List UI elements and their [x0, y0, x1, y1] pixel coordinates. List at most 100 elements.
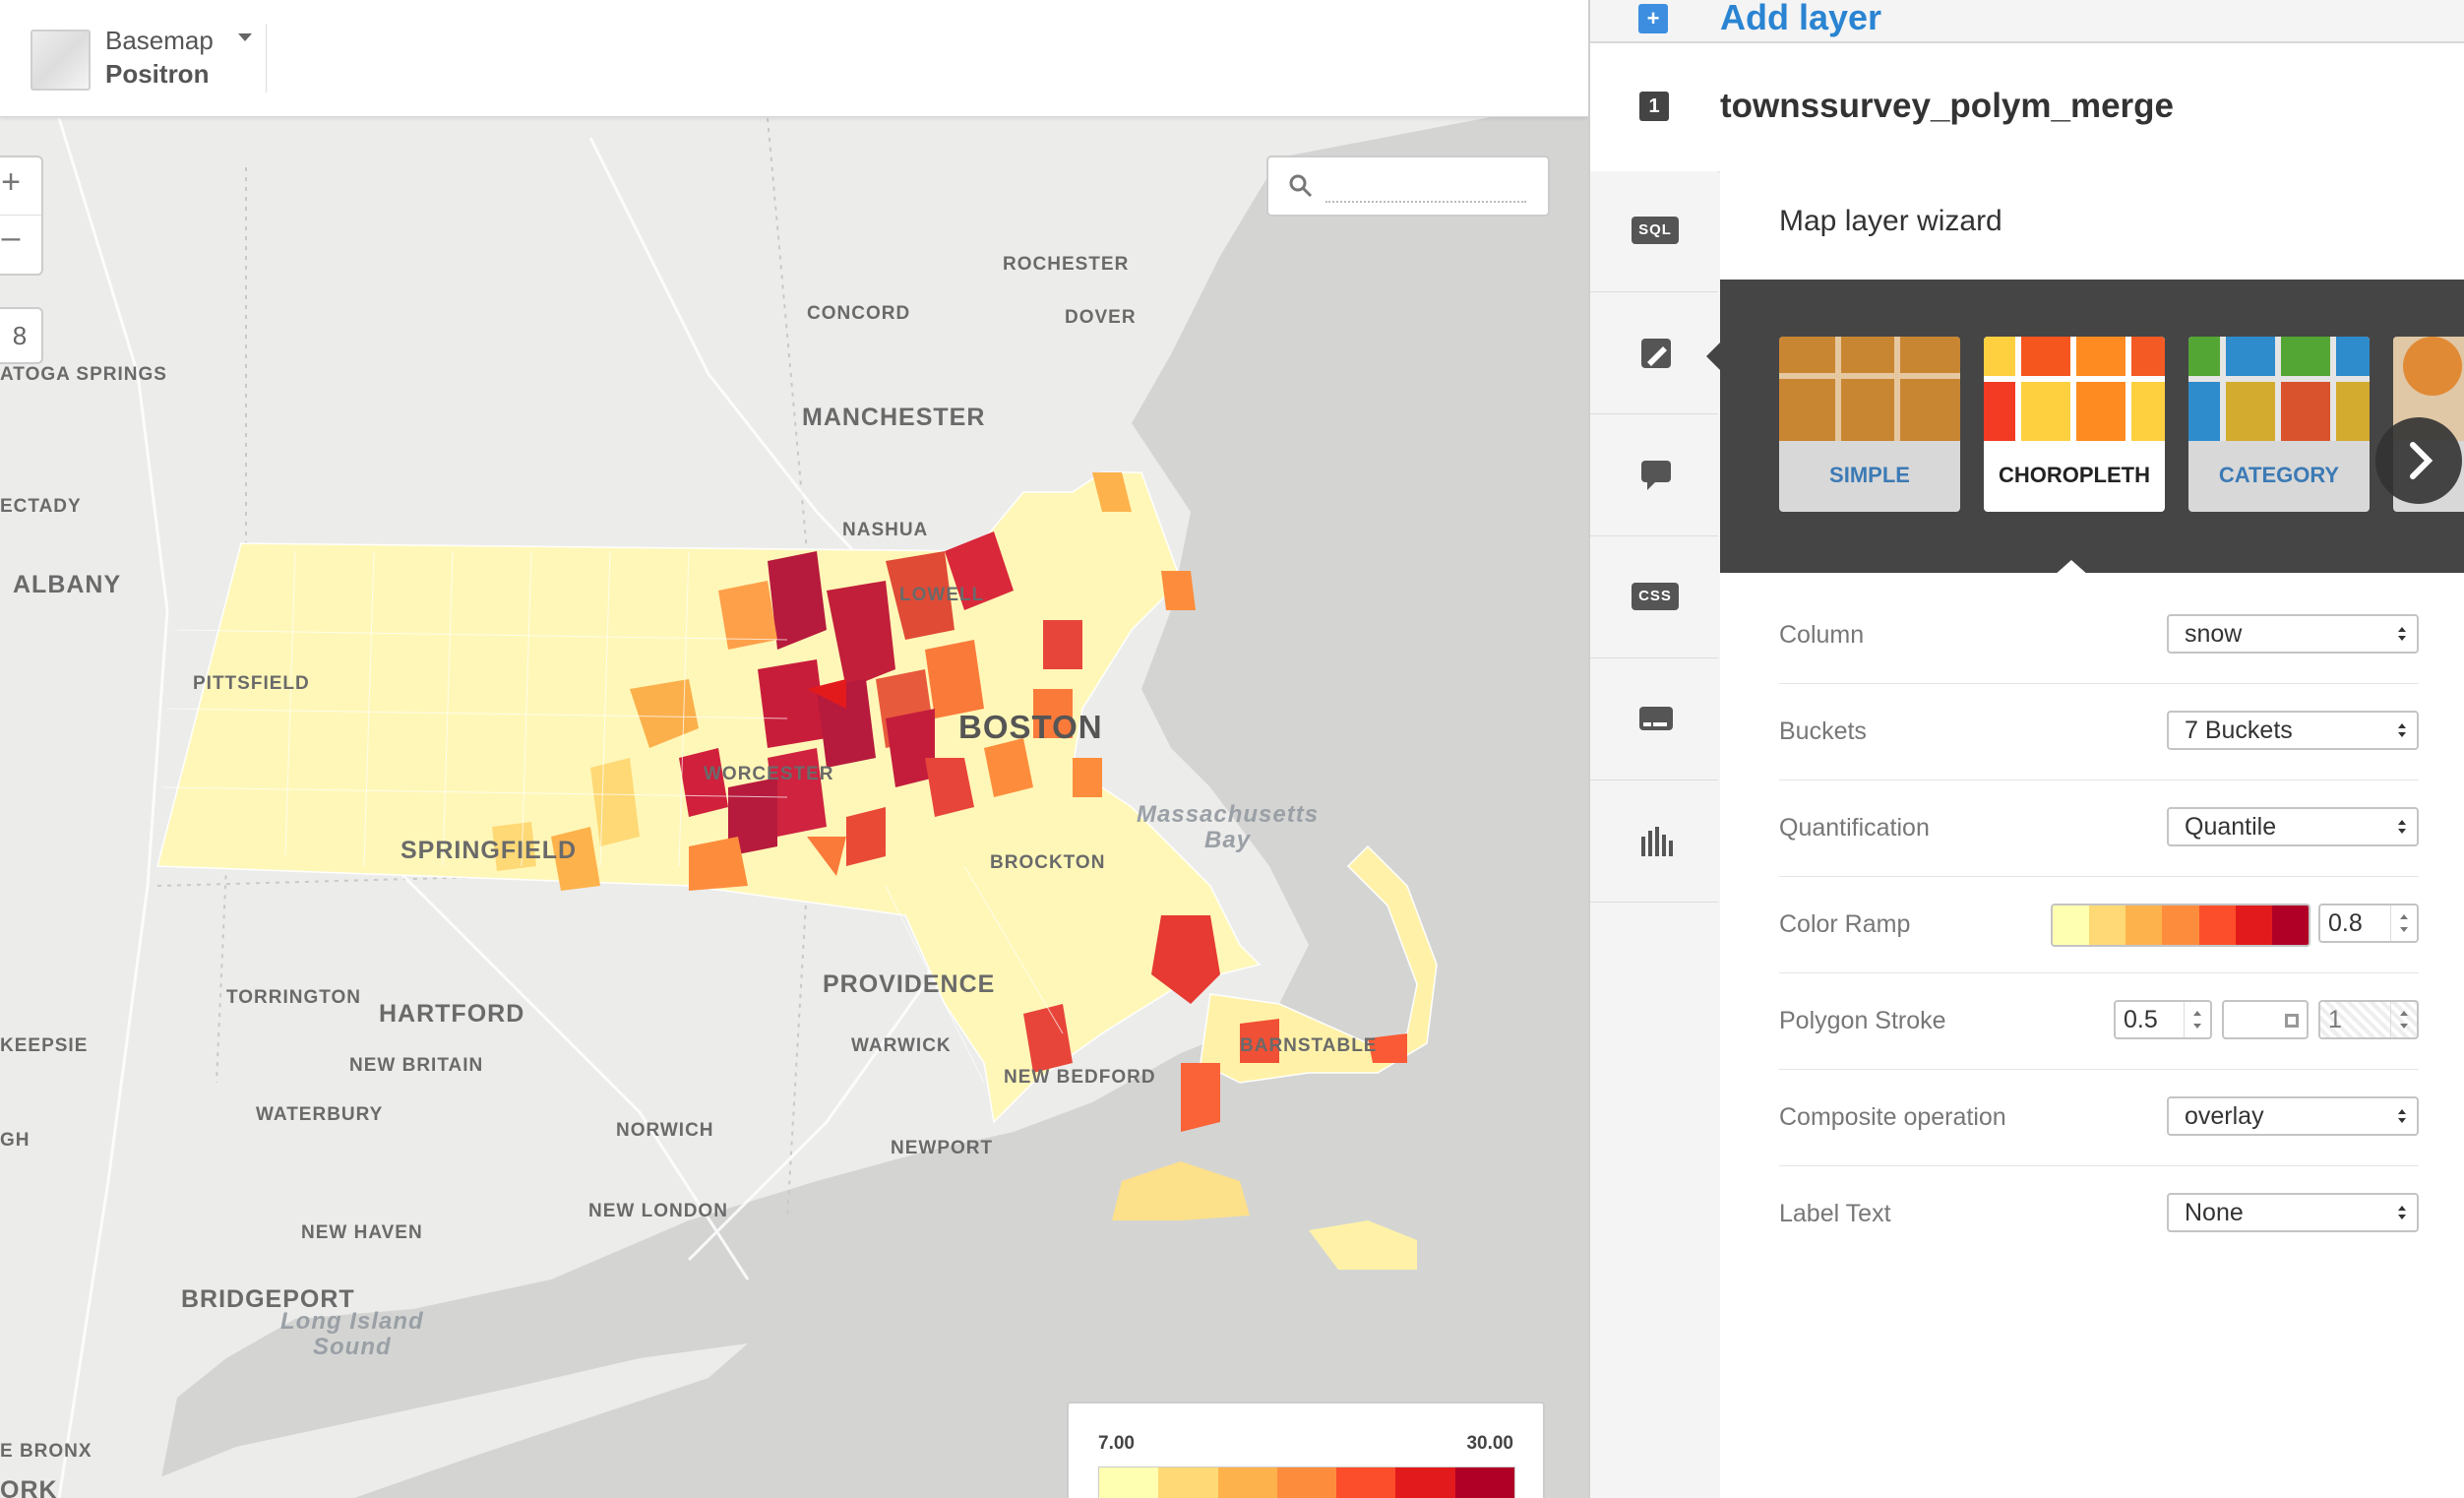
plus-icon[interactable]: +: [1638, 4, 1668, 33]
property-label-text: Label Text None: [1779, 1165, 2419, 1262]
label-torrington: TORRINGTON: [226, 987, 362, 1008]
label-waterbury: WATERBURY: [256, 1104, 384, 1125]
paint-brush-icon: [1641, 339, 1671, 368]
label-new-london: NEW LONDON: [588, 1201, 728, 1221]
tool-css[interactable]: CSS: [1590, 537, 1718, 658]
carousel-next-button[interactable]: [2375, 417, 2462, 504]
stroke-opacity-input[interactable]: 1: [2318, 1000, 2419, 1039]
property-composite: Composite operation overlay: [1779, 1069, 2419, 1166]
basemap-title[interactable]: Basemap: [105, 26, 214, 56]
color-swatch: [1454, 1467, 1514, 1498]
type-category[interactable]: CATEGORY: [2188, 337, 2370, 512]
label-hartford: HARTFORD: [379, 1000, 525, 1028]
label-bronx: E BRONX: [0, 1441, 92, 1462]
basemap-thumbnail[interactable]: [31, 30, 91, 91]
color-swatch: [2053, 905, 2090, 945]
stepper-icon[interactable]: [2390, 1002, 2417, 1037]
label-new-haven: NEW HAVEN: [301, 1222, 423, 1243]
stroke-color-picker[interactable]: [2222, 1000, 2309, 1039]
type-choropleth[interactable]: CHOROPLETH: [1984, 337, 2165, 512]
label-gh: GH: [0, 1130, 31, 1151]
label-worcester: WORCESTER: [704, 764, 834, 784]
sql-icon: SQL: [1632, 217, 1679, 244]
color-swatch: [2235, 905, 2272, 945]
zoom-level-value: 8: [12, 321, 28, 350]
label-nashua: NASHUA: [842, 520, 929, 540]
tool-filters[interactable]: [1590, 781, 1718, 903]
zoom-level-indicator: 8: [0, 307, 43, 364]
property-column: Column snow: [1779, 587, 2419, 684]
select-arrows-icon: [2398, 820, 2406, 834]
composite-value: overlay: [2185, 1102, 2264, 1130]
label-warwick: WARWICK: [851, 1035, 952, 1056]
search-input[interactable]: [1325, 171, 1526, 203]
label-long-island-sound: Long Island Sound: [280, 1308, 424, 1360]
property-quantification: Quantification Quantile: [1779, 780, 2419, 877]
label-text-select[interactable]: None: [2167, 1193, 2419, 1232]
color-swatch: [1217, 1467, 1277, 1498]
label-rochester: ROCHESTER: [1003, 254, 1130, 275]
label-albany: ALBANY: [13, 571, 122, 598]
property-buckets: Buckets 7 Buckets: [1779, 683, 2419, 780]
color-swatch: [1099, 1467, 1159, 1498]
property-color-ramp: Color Ramp 0.8: [1779, 876, 2419, 973]
zoom-out-button[interactable]: –: [0, 218, 30, 257]
category-thumbnail-icon: [2188, 337, 2370, 441]
stroke-opacity-value: 1: [2328, 1006, 2342, 1033]
simple-thumbnail-icon: [1779, 337, 1960, 441]
type-simple[interactable]: SIMPLE: [1779, 337, 1960, 512]
add-layer-bar[interactable]: + Add layer: [1590, 0, 2464, 43]
select-arrows-icon: [2398, 1109, 2406, 1123]
label-boston: BOSTON: [958, 709, 1103, 745]
label-springfield: SPRINGFIELD: [400, 837, 578, 864]
speech-bubble-icon: [1641, 461, 1671, 490]
column-select[interactable]: snow: [2167, 614, 2419, 654]
visualization-type-carousel: SIMPLE CHOROPLETH CATEGORY: [1720, 280, 2464, 576]
label-lowell: LOWELL: [899, 585, 985, 605]
map-layer-wizard: Map layer wizard SIMPLE CHOROPLETH CATEG…: [1720, 161, 2464, 1498]
label-newport: NEWPORT: [891, 1138, 994, 1158]
stepper-icon[interactable]: [2390, 905, 2417, 941]
legend-max: 30.00: [1466, 1433, 1513, 1454]
color-ramp-picker[interactable]: [2051, 904, 2310, 947]
buckets-label: Buckets: [1779, 718, 1867, 745]
label-providence: PROVIDENCE: [823, 970, 996, 998]
layer-name[interactable]: townssurvey_polym_merge: [1720, 87, 2174, 126]
composite-label: Composite operation: [1779, 1103, 2006, 1131]
add-layer-button[interactable]: Add layer: [1720, 0, 1881, 38]
label-barnstable: BARNSTABLE: [1240, 1035, 1378, 1056]
chevron-down-icon[interactable]: [238, 33, 252, 41]
tool-infowindow[interactable]: [1590, 415, 1718, 536]
color-swatch: [2271, 905, 2309, 945]
divider: [0, 215, 41, 216]
chevron-right-icon: [2410, 442, 2433, 479]
legend-min: 7.00: [1098, 1433, 1135, 1454]
basemap-name[interactable]: Positron: [105, 59, 209, 90]
label-concord: CONCORD: [807, 303, 911, 324]
quantification-select[interactable]: Quantile: [2167, 807, 2419, 846]
layer-header[interactable]: 1 townssurvey_polym_merge: [1590, 43, 2464, 172]
tool-sql[interactable]: SQL: [1590, 171, 1718, 292]
stepper-icon[interactable]: [2184, 1002, 2210, 1037]
color-swatch: [2125, 905, 2163, 945]
column-value: snow: [2185, 620, 2243, 648]
stroke-width-input[interactable]: 0.5: [2114, 1000, 2212, 1039]
tool-legend[interactable]: [1590, 659, 1718, 780]
select-arrows-icon: [2398, 627, 2406, 641]
color-swatch: [1276, 1467, 1337, 1498]
type-label: CHOROPLETH: [1999, 463, 2150, 487]
label-massachusetts-bay: Massachusetts Bay: [1137, 801, 1320, 853]
composite-select[interactable]: overlay: [2167, 1096, 2419, 1136]
label-brockton: BROCKTON: [990, 852, 1106, 873]
basemap-bar: Basemap Positron: [0, 0, 1588, 117]
tool-wizard[interactable]: [1590, 293, 1720, 414]
zoom-in-button[interactable]: +: [0, 163, 30, 202]
ramp-opacity-input[interactable]: 0.8: [2318, 904, 2419, 943]
map-canvas[interactable]: ROCHESTER CONCORD DOVER MANCHESTER NASHU…: [0, 0, 1588, 1498]
zoom-control: + –: [0, 156, 43, 276]
buckets-select[interactable]: 7 Buckets: [2167, 711, 2419, 750]
buckets-value: 7 Buckets: [2185, 717, 2293, 744]
divider: [266, 24, 267, 93]
polygon-stroke-label: Polygon Stroke: [1779, 1007, 1946, 1034]
column-label: Column: [1779, 621, 1865, 649]
